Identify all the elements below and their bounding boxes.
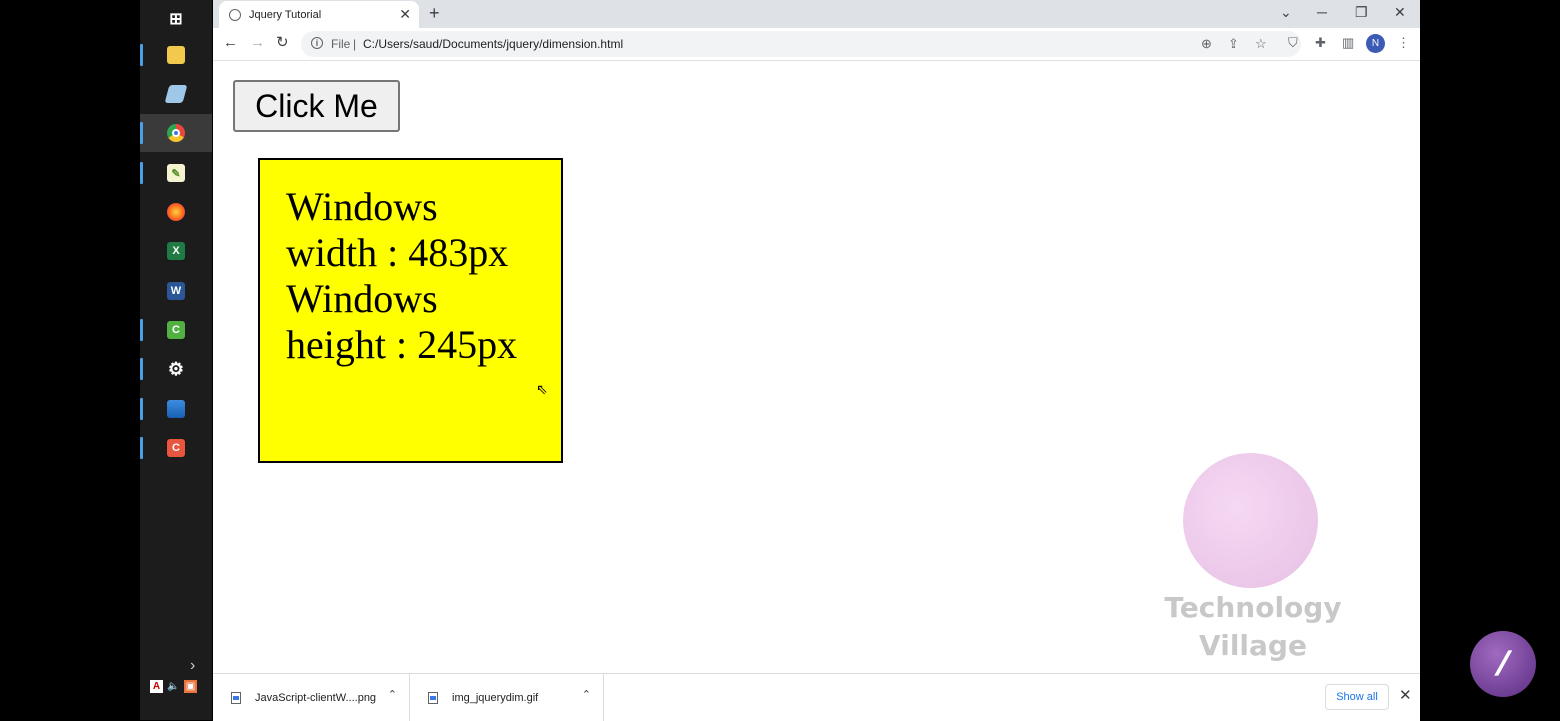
taskbar-item-word[interactable]: W [140, 272, 212, 310]
notepad-icon: ✎ [167, 164, 185, 182]
info-icon[interactable]: i [311, 37, 323, 49]
file-icon [428, 691, 438, 704]
chevron-right-icon[interactable]: › [190, 657, 195, 675]
chevron-up-icon[interactable]: ⌃ [388, 688, 397, 701]
box-line: Windows [286, 276, 438, 321]
toolbar: ← → ↻ i File | C:/Users/saud/Documents/j… [213, 28, 1420, 61]
minimize-button[interactable]: ─ [1317, 3, 1327, 21]
star-icon[interactable]: ☆ [1255, 37, 1267, 51]
tab-strip: Jquery Tutorial ✕ + ⌄ ─ ❐ ✕ [213, 0, 1420, 28]
app-icon [164, 85, 188, 103]
reload-button[interactable]: ↻ [276, 35, 289, 51]
box-line: height : 245px [286, 322, 518, 367]
click-me-button[interactable]: Click Me [233, 80, 400, 132]
camtasia-red-icon: C [167, 439, 185, 457]
dimension-box: Windows width : 483px Windows height : 2… [258, 158, 563, 463]
taskbar-item-excel[interactable]: X [140, 232, 212, 270]
download-bar: JavaScript-clientW....png ⌃ img_jquerydi… [213, 673, 1420, 721]
taskbar-item-firefox[interactable] [140, 193, 212, 231]
download-filename: JavaScript-clientW....png [255, 691, 377, 704]
tab-jquery-tutorial[interactable]: Jquery Tutorial ✕ [219, 1, 419, 28]
file-icon [231, 691, 241, 704]
browser-window: Jquery Tutorial ✕ + ⌄ ─ ❐ ✕ ← → ↻ i File… [213, 0, 1420, 721]
share-icon[interactable]: ⇪ [1228, 37, 1239, 51]
word-icon: W [167, 282, 185, 300]
system-tray: A 🔈 ▣ [150, 678, 206, 694]
file-explorer-icon [167, 46, 185, 64]
box-line: Windows [286, 184, 438, 229]
watermark-line1: Technology [1164, 591, 1342, 624]
chrome-icon [167, 124, 185, 142]
start-button[interactable]: ⊞ [140, 0, 212, 38]
tab-title: Jquery Tutorial [249, 8, 322, 21]
taskbar-item-app[interactable] [140, 75, 212, 113]
download-filename: img_jquerydim.gif [452, 691, 539, 704]
mouse-cursor-icon: ⇖ [536, 381, 548, 397]
taskbar: ⊞ ✎ X W C ⚙ C › A 🔈 ▣ [140, 0, 212, 720]
excel-icon: X [167, 242, 185, 260]
extensions-icon[interactable]: ✚ [1315, 35, 1326, 51]
download-item[interactable]: img_jquerydim.gif ⌃ [410, 674, 604, 721]
taskbar-item-chrome[interactable] [140, 114, 212, 152]
zoom-icon[interactable]: ⊕ [1201, 37, 1212, 51]
profile-avatar[interactable]: N [1366, 34, 1385, 53]
taskbar-item-camtasia-red[interactable]: C [140, 429, 212, 467]
taskbar-item-camtasia-green[interactable]: C [140, 311, 212, 349]
shield-extension-icon[interactable]: ⛉ [1288, 35, 1298, 51]
show-all-button[interactable]: Show all [1325, 684, 1389, 710]
close-window-button[interactable]: ✕ [1394, 3, 1406, 21]
windows-start-icon: ⊞ [169, 11, 183, 28]
taskbar-item-settings[interactable]: ⚙ [140, 350, 212, 388]
close-tab-icon[interactable]: ✕ [399, 7, 411, 21]
photos-icon [167, 400, 185, 418]
url-text[interactable]: C:/Users/saud/Documents/jquery/dimension… [363, 37, 623, 51]
taskbar-item-file-explorer[interactable] [140, 36, 212, 74]
url-scheme: File [331, 37, 351, 51]
url-separator: | [353, 37, 357, 51]
close-download-bar-icon[interactable]: ✕ [1399, 687, 1412, 705]
volume-icon[interactable]: 🔈 [167, 680, 180, 693]
menu-icon[interactable]: ⋮ [1397, 35, 1410, 51]
box-line: width : 483px [286, 230, 509, 275]
channel-logo-icon: / [1470, 631, 1536, 697]
restore-button[interactable]: ❐ [1355, 3, 1368, 21]
globe-icon [229, 8, 241, 21]
acrobat-tray-icon[interactable]: A [150, 679, 163, 693]
download-item[interactable]: JavaScript-clientW....png ⌃ [213, 674, 410, 721]
back-button[interactable]: ← [223, 35, 238, 51]
forward-button[interactable]: → [250, 35, 265, 51]
taskbar-item-photos[interactable] [140, 390, 212, 428]
technology-village-watermark: Technology Village [1158, 453, 1348, 663]
taskbar-item-notepad[interactable]: ✎ [140, 154, 212, 192]
settings-icon: ⚙ [167, 358, 185, 379]
camtasia-green-icon: C [167, 321, 185, 339]
side-panel-icon[interactable]: ▥ [1342, 35, 1354, 51]
globe-logo-icon [1183, 453, 1318, 588]
address-bar[interactable]: i File | C:/Users/saud/Documents/jquery/… [301, 31, 1301, 57]
tab-search-icon[interactable]: ⌄ [1280, 3, 1292, 21]
page-viewport: Click Me Windows width : 483px Windows h… [213, 61, 1420, 673]
app-tray-icon[interactable]: ▣ [184, 679, 197, 693]
firefox-icon [167, 203, 185, 221]
chevron-up-icon[interactable]: ⌃ [582, 688, 591, 701]
new-tab-button[interactable]: + [429, 4, 440, 22]
watermark-line2: Village [1199, 629, 1307, 662]
